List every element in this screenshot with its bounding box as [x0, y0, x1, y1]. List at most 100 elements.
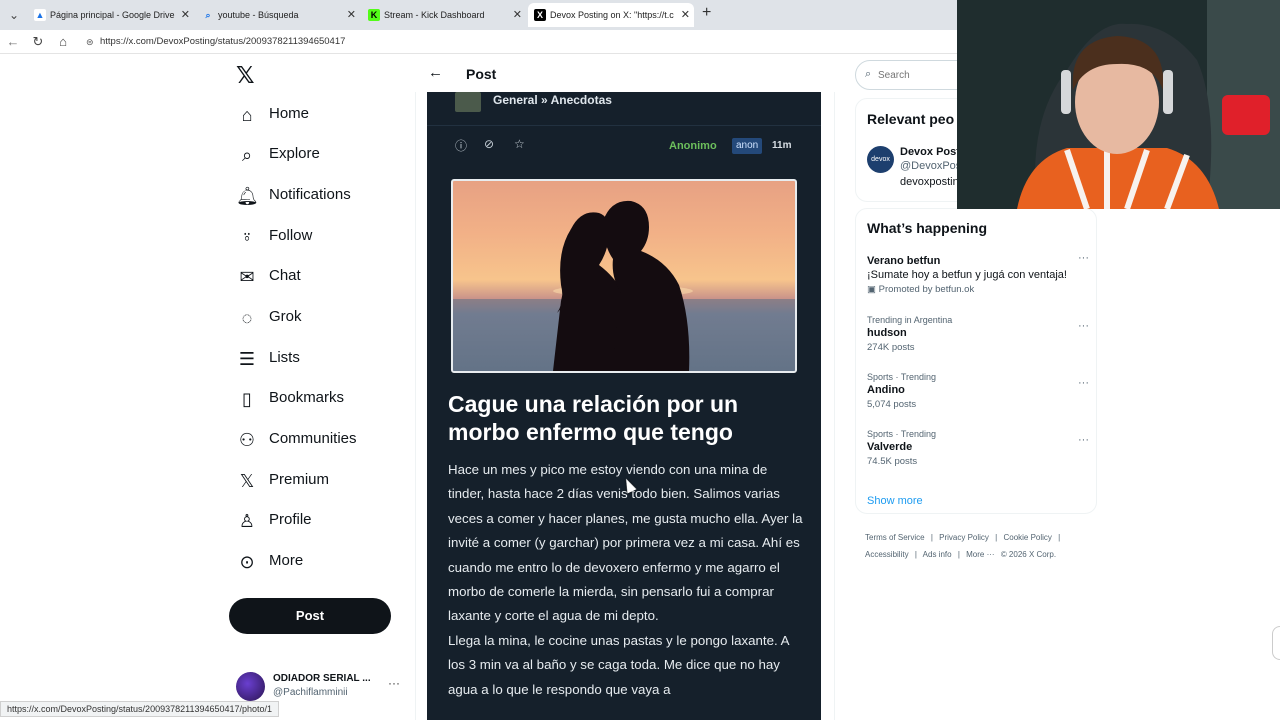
reload-icon[interactable]: ↻	[29, 33, 47, 51]
post-button[interactable]: Post	[229, 598, 391, 634]
footer-link[interactable]: Accessibility	[865, 550, 909, 559]
browser-tab-youtube-search[interactable]: ⌕ youtube - Búsqueda ✕	[196, 3, 360, 27]
account-switcher[interactable]: ODIADOR SERIAL ... @Pachiflamminii ···	[236, 670, 406, 704]
footer-link[interactable]: Terms of Service	[865, 533, 925, 542]
sidebar-item-label: Premium	[269, 471, 330, 488]
relevant-person-name[interactable]: Devox Post	[900, 146, 960, 158]
trend-item[interactable]: Sports · Trending Valverde 74.5K posts ·…	[867, 429, 1089, 467]
trend-context: Sports · Trending	[867, 372, 937, 382]
trend-title: hudson	[867, 327, 907, 339]
sidebar-item-label: Profile	[269, 511, 312, 528]
bell-icon: 🔔︎	[236, 186, 259, 206]
sidebar-item-notifications[interactable]: 🔔︎ Notifications	[230, 181, 400, 213]
tab-title: youtube - Búsqueda	[218, 10, 299, 20]
avatar[interactable]: devox	[867, 146, 894, 173]
back-arrow-icon[interactable]: ←	[4, 33, 22, 51]
silhouette-illustration	[453, 200, 795, 371]
sidebar-item-profile[interactable]: ♙ Profile	[230, 506, 400, 538]
sidebar-item-grok[interactable]: ◌ Grok	[230, 303, 400, 335]
footer-separator: |	[957, 550, 960, 559]
sidebar-item-home[interactable]: ⌂ Home	[230, 100, 400, 132]
url-field[interactable]: ⊜ https://x.com/DevoxPosting/status/2009…	[82, 32, 962, 52]
sidebar-item-label: Chat	[269, 267, 301, 284]
more-circle-icon: ⊙	[239, 552, 255, 572]
footer-link[interactable]: Privacy Policy	[939, 533, 989, 542]
people-icon: ⚇	[238, 430, 256, 450]
sidebar-item-chat[interactable]: ✉ Chat	[230, 262, 400, 294]
trend-post-count: 5,074 posts	[867, 399, 917, 410]
sidebar-item-label: Bookmarks	[269, 389, 345, 406]
anon-badge: anon	[732, 138, 763, 154]
sidebar-item-more[interactable]: ⊙ More	[230, 547, 400, 579]
sidebar-item-label: More	[269, 552, 304, 569]
post-media-image[interactable]: General » Anecdotas ⓘ ⊘ ☆ Anonimo anon 1…	[427, 92, 821, 720]
trend-title: Verano betfun	[867, 255, 941, 267]
more-dots-icon[interactable]: ···	[388, 676, 400, 690]
browser-tab-kick-dashboard[interactable]: K Stream - Kick Dashboard ✕	[362, 3, 526, 27]
close-icon[interactable]: ✕	[347, 3, 356, 27]
footer-separator: |	[930, 533, 933, 542]
status-bar-url: https://x.com/DevoxPosting/status/200937…	[0, 701, 280, 717]
sidebar-item-communities[interactable]: ⚇ Communities	[230, 425, 400, 457]
trend-item[interactable]: Verano betfun ¡Sumate hoy a betfun y jug…	[867, 252, 1089, 295]
footer-separator: |	[1058, 533, 1061, 542]
mail-icon: ✉	[239, 267, 255, 287]
new-tab-button[interactable]: +	[702, 4, 711, 22]
home-icon: ⌂	[241, 105, 253, 125]
tab-search-menu-button[interactable]: ⌄	[4, 5, 24, 25]
sidebar-item-label: Communities	[269, 430, 357, 447]
account-handle: @Pachiflamminii	[273, 687, 348, 698]
sidebar-item-lists[interactable]: ☰ Lists	[230, 344, 400, 376]
show-more-link[interactable]: Show more	[867, 495, 923, 507]
add-person-icon: ⍤	[241, 227, 253, 247]
search-icon: ⌕	[865, 68, 872, 80]
close-icon[interactable]: ✕	[181, 3, 190, 27]
site-info-icon[interactable]: ⊜	[86, 32, 94, 52]
hide-eye-icon: ⊘	[484, 137, 495, 151]
info-icon: ⓘ	[455, 139, 468, 153]
sidebar-item-follow[interactable]: ⍤ Follow	[230, 222, 400, 254]
trend-title: Andino	[867, 384, 905, 396]
x-logo[interactable]: 𝕏	[236, 62, 258, 88]
more-dots-icon[interactable]: ···	[1078, 434, 1089, 446]
relevant-person-handle: @DevoxPos	[900, 160, 962, 172]
trend-context: Sports · Trending	[867, 429, 937, 439]
sidebar-item-premium[interactable]: 𝕏 Premium	[230, 466, 400, 498]
list-icon: ☰	[238, 349, 256, 369]
breadcrumb-thumbnail	[455, 92, 481, 112]
tab-title: Stream - Kick Dashboard	[384, 10, 485, 20]
relevant-person-bio: devoxpostin	[900, 176, 959, 188]
x-icon: X	[534, 9, 546, 21]
sidebar-item-bookmarks[interactable]: ▯ Bookmarks	[230, 384, 400, 416]
forum-post-headline: Cague una relación por un morbo enfermo …	[448, 391, 739, 445]
footer-copyright: © 2026 X Corp.	[1000, 550, 1057, 559]
back-arrow-icon[interactable]: ←	[428, 64, 443, 81]
star-icon: ☆	[514, 137, 525, 151]
footer-link[interactable]: Cookie Policy	[1003, 533, 1051, 542]
footer-link[interactable]: More ···	[966, 550, 994, 559]
avatar	[236, 672, 265, 701]
trend-item[interactable]: Trending in Argentina hudson 274K posts …	[867, 315, 1089, 353]
trend-item[interactable]: Sports · Trending Andino 5,074 posts ···	[867, 372, 1089, 410]
sidebar-item-label: Lists	[269, 349, 300, 366]
more-dots-icon[interactable]: ···	[1078, 320, 1089, 332]
edge-tab[interactable]	[1272, 626, 1280, 660]
more-dots-icon[interactable]: ···	[1078, 377, 1089, 389]
more-dots-icon[interactable]: ···	[1078, 252, 1089, 264]
close-icon[interactable]: ✕	[513, 3, 522, 27]
sidebar-item-label: Grok	[269, 308, 302, 325]
footer-separator: |	[914, 550, 917, 559]
forum-post-meta: ⓘ ⊘ ☆ Anonimo anon 11m	[427, 134, 821, 158]
trend-title: Valverde	[867, 441, 913, 453]
browser-tab-devox-posting[interactable]: X Devox Posting on X: "https://t.co/... …	[528, 3, 694, 27]
grok-icon: ◌	[241, 308, 253, 328]
browser-tab-google-drive[interactable]: ▲ Página principal - Google Drive ✕	[28, 3, 194, 27]
page-title: Post	[466, 66, 497, 82]
close-icon[interactable]: ✕	[681, 3, 690, 27]
trend-post-count: 274K posts	[867, 342, 915, 353]
home-icon[interactable]: ⌂	[54, 33, 72, 51]
account-name: ODIADOR SERIAL ...	[273, 673, 371, 684]
footer-link[interactable]: Ads info	[923, 550, 952, 559]
sidebar-item-explore[interactable]: ⌕ Explore	[230, 140, 400, 172]
forum-time: 11m	[772, 140, 792, 151]
